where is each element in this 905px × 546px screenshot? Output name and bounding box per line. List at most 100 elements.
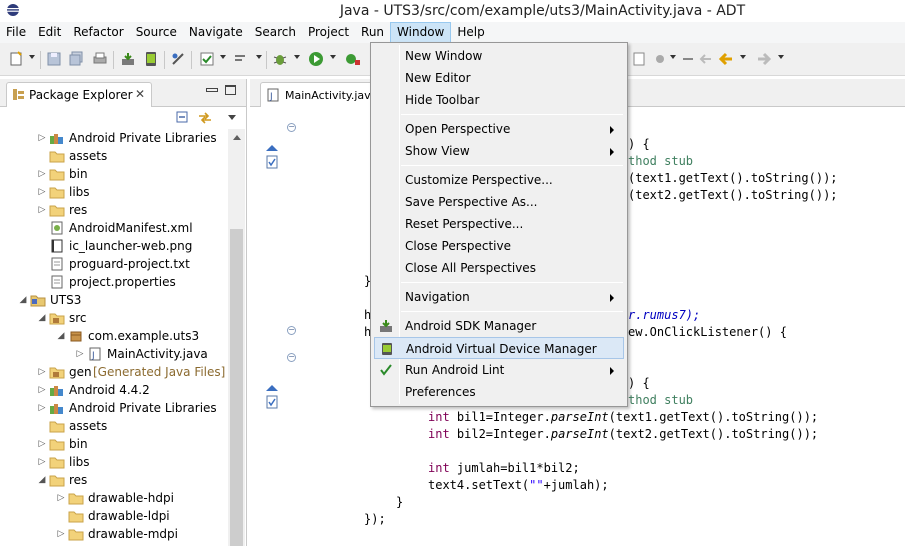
- code-line[interactable]: thod stub: [628, 392, 693, 409]
- tree-item[interactable]: ▷ gen [Generated Java Files]: [0, 363, 228, 381]
- tree-item[interactable]: ◢ res: [0, 471, 228, 489]
- tree-item[interactable]: ◢ UTS3: [0, 291, 228, 309]
- run-dropdown-icon[interactable]: [330, 55, 336, 59]
- tree-item[interactable]: ▷ libs: [0, 453, 228, 471]
- menu-help[interactable]: Help: [451, 22, 490, 43]
- link-with-editor-icon[interactable]: [197, 111, 213, 125]
- menu-item-preferences[interactable]: Preferences: [374, 381, 624, 403]
- annotation-dropdown-icon[interactable]: [256, 55, 262, 59]
- expanded-arrow-icon[interactable]: ◢: [37, 309, 47, 327]
- menu-item-close-all-perspectives[interactable]: Close All Perspectives: [374, 257, 624, 279]
- explorer-vertical-scrollbar[interactable]: [228, 129, 245, 546]
- code-line[interactable]: int bil1=Integer.parseInt(text1.getText(…: [428, 409, 818, 426]
- tree-item[interactable]: ic_launcher-web.png: [0, 237, 228, 255]
- tree-item[interactable]: project.properties: [0, 273, 228, 291]
- pin-icon[interactable]: [680, 51, 696, 67]
- back-icon[interactable]: [718, 51, 734, 67]
- menu-source[interactable]: Source: [130, 22, 183, 43]
- menu-item-run-android-lint[interactable]: Run Android Lint: [374, 359, 624, 381]
- menu-item-open-perspective[interactable]: Open Perspective: [374, 118, 624, 140]
- new-icon[interactable]: [8, 51, 24, 67]
- menu-window[interactable]: Window: [390, 22, 452, 43]
- collapsed-arrow-icon[interactable]: ▷: [75, 345, 85, 363]
- menu-file[interactable]: File: [0, 22, 32, 43]
- tree-item[interactable]: proguard-project.txt: [0, 255, 228, 273]
- menu-item-navigation[interactable]: Navigation: [374, 286, 624, 308]
- code-line[interactable]: int bil2=Integer.parseInt(text2.getText(…: [428, 426, 818, 443]
- scrollbar-thumb[interactable]: [230, 229, 243, 546]
- collapsed-arrow-icon[interactable]: ▷: [37, 435, 47, 453]
- expanded-arrow-icon[interactable]: ◢: [56, 327, 66, 345]
- menu-item-new-editor[interactable]: New Editor: [374, 67, 624, 89]
- menu-project[interactable]: Project: [302, 22, 355, 43]
- menu-item-customize-perspective[interactable]: Customize Perspective...: [374, 169, 624, 191]
- code-line[interactable]: ) {: [628, 136, 650, 153]
- code-line[interactable]: (text1.getText().toString());: [628, 170, 838, 187]
- code-line[interactable]: ew.OnClickListener() {: [628, 324, 787, 341]
- open-perspective-icon[interactable]: [632, 51, 648, 67]
- code-line[interactable]: });: [364, 511, 386, 528]
- tree-item[interactable]: ▷ bin: [0, 165, 228, 183]
- fold-toggle-icon[interactable]: −: [287, 326, 296, 335]
- menu-item-new-window[interactable]: New Window: [374, 45, 624, 67]
- close-tab-icon[interactable]: ✕: [135, 87, 145, 101]
- tree-item[interactable]: ◢ src: [0, 309, 228, 327]
- minimize-view-icon[interactable]: [206, 88, 218, 92]
- menu-item-android-avd-manager[interactable]: Android Virtual Device Manager: [374, 337, 624, 359]
- debug-icon[interactable]: [272, 51, 288, 67]
- android-avd-icon[interactable]: [143, 51, 159, 67]
- collapsed-arrow-icon[interactable]: ▷: [37, 363, 47, 381]
- next-annotation-icon[interactable]: [233, 51, 249, 67]
- toolbar-option-dropdown-icon[interactable]: [670, 55, 676, 59]
- run-icon[interactable]: [308, 51, 324, 67]
- collapsed-arrow-icon[interactable]: ▷: [37, 129, 47, 147]
- collapse-all-icon[interactable]: [176, 111, 190, 125]
- forward-dropdown-icon[interactable]: [778, 55, 784, 59]
- code-line[interactable]: int jumlah=bil1*bil2;: [428, 460, 580, 477]
- tree-item[interactable]: drawable-ldpi: [0, 507, 228, 525]
- menu-edit[interactable]: Edit: [32, 22, 67, 43]
- tab-package-explorer[interactable]: Package Explorer ✕: [6, 82, 152, 107]
- forward-icon[interactable]: [756, 51, 772, 67]
- tree-item[interactable]: assets: [0, 417, 228, 435]
- tree-item[interactable]: AndroidManifest.xml: [0, 219, 228, 237]
- scroll-up-arrow-icon[interactable]: [233, 135, 241, 140]
- android-sdk-icon[interactable]: [120, 51, 136, 67]
- tree-item[interactable]: ▷ drawable-hdpi: [0, 489, 228, 507]
- tree-item[interactable]: ▷ drawable-mdpi: [0, 525, 228, 543]
- code-line[interactable]: }: [396, 494, 403, 511]
- menu-item-show-view[interactable]: Show View: [374, 140, 624, 162]
- collapsed-arrow-icon[interactable]: ▷: [56, 489, 66, 507]
- debug-dropdown-icon[interactable]: [294, 55, 300, 59]
- maximize-view-icon[interactable]: [225, 85, 236, 95]
- code-line[interactable]: ) {: [628, 375, 650, 392]
- collapsed-arrow-icon[interactable]: ▷: [37, 453, 47, 471]
- code-line[interactable]: (text2.getText().toString());: [628, 187, 838, 204]
- tree-item[interactable]: ▷ Android Private Libraries: [0, 399, 228, 417]
- menu-item-save-perspective-as[interactable]: Save Perspective As...: [374, 191, 624, 213]
- save-all-icon[interactable]: [68, 51, 84, 67]
- view-menu-icon[interactable]: [228, 115, 236, 120]
- code-line[interactable]: text4.setText(""+jumlah);: [428, 477, 609, 494]
- tree-item[interactable]: ▷ bin: [0, 435, 228, 453]
- menu-search[interactable]: Search: [249, 22, 302, 43]
- back-dropdown-icon[interactable]: [740, 55, 746, 59]
- menu-item-close-perspective[interactable]: Close Perspective: [374, 235, 624, 257]
- save-icon[interactable]: [46, 51, 62, 67]
- menu-refactor[interactable]: Refactor: [67, 22, 129, 43]
- collapsed-arrow-icon[interactable]: ▷: [37, 165, 47, 183]
- menu-run[interactable]: Run: [355, 22, 390, 43]
- fold-toggle-icon[interactable]: −: [287, 123, 296, 132]
- expanded-arrow-icon[interactable]: ◢: [18, 291, 28, 309]
- tree-item[interactable]: assets: [0, 147, 228, 165]
- collapsed-arrow-icon[interactable]: ▷: [56, 525, 66, 543]
- code-line[interactable]: r.rumus7);: [628, 307, 700, 324]
- menu-item-reset-perspective[interactable]: Reset Perspective...: [374, 213, 624, 235]
- collapsed-arrow-icon[interactable]: ▷: [37, 201, 47, 219]
- menu-navigate[interactable]: Navigate: [183, 22, 249, 43]
- code-line[interactable]: thod stub: [628, 153, 693, 170]
- tree-item[interactable]: ▷ J MainActivity.java: [0, 345, 228, 363]
- toolbar-option-icon[interactable]: [652, 51, 668, 67]
- tree-item[interactable]: ▷ Android 4.4.2: [0, 381, 228, 399]
- tree-item[interactable]: ▷ libs: [0, 183, 228, 201]
